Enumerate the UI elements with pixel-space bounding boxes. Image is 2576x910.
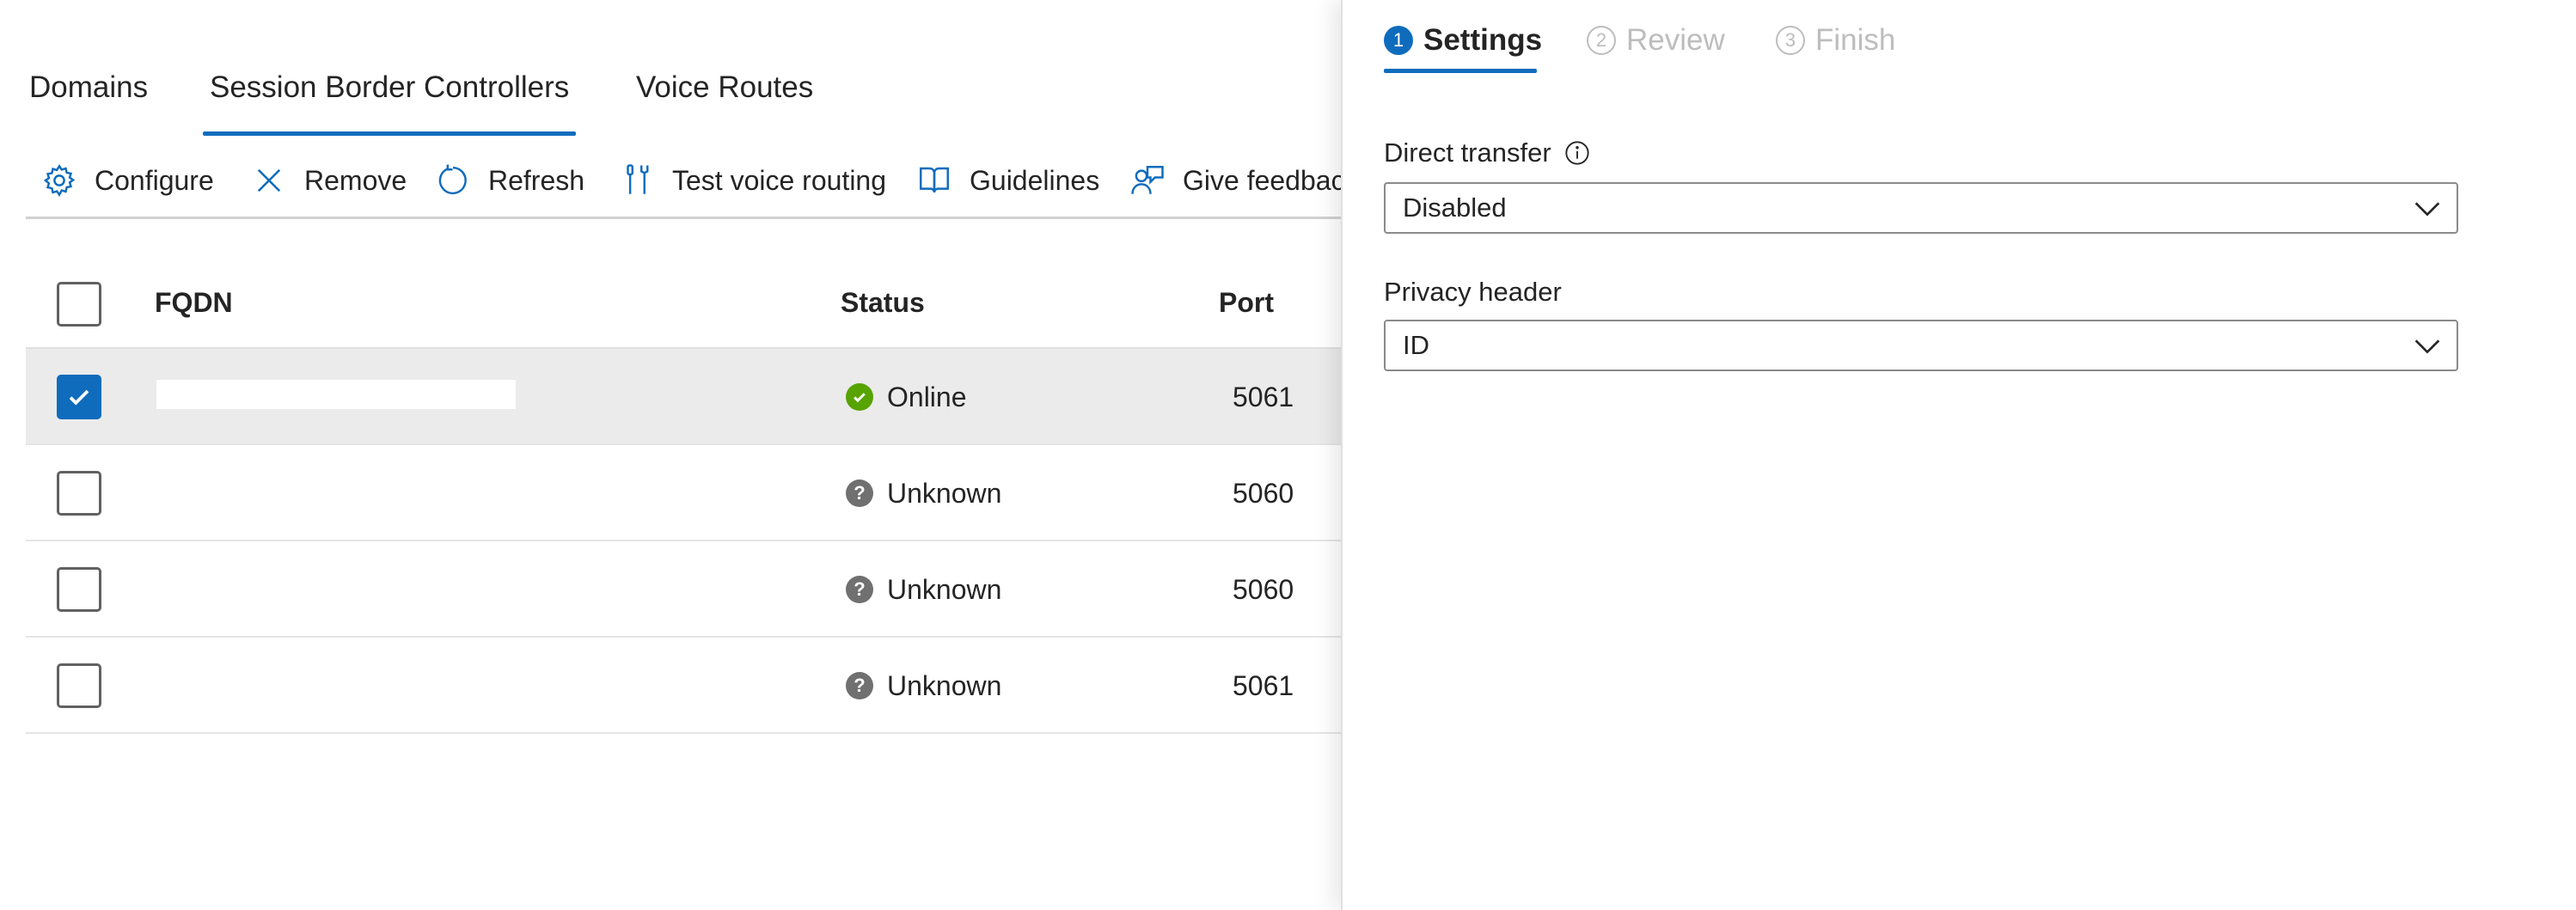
- step-label: Finish: [1815, 23, 1896, 57]
- tab-voice-routes[interactable]: Voice Routes: [636, 70, 813, 136]
- status-text: Unknown: [887, 669, 1002, 701]
- remove-label: Remove: [304, 164, 407, 196]
- book-icon: [920, 167, 949, 193]
- row-checkbox[interactable]: [57, 375, 101, 419]
- checkmark-icon: [69, 389, 89, 406]
- chevron-down-icon: [2414, 339, 2440, 354]
- question-circle-icon: ?: [846, 479, 873, 507]
- chevron-down-icon: [2414, 202, 2440, 217]
- step-label: Settings: [1423, 23, 1543, 57]
- step-number: 1: [1384, 26, 1413, 55]
- status-cell: ? Unknown: [846, 445, 1001, 541]
- close-icon: [257, 168, 281, 192]
- step-review[interactable]: 2 Review: [1587, 15, 1725, 65]
- question-circle-icon: ?: [846, 576, 873, 603]
- privacy-header-dropdown[interactable]: ID: [1384, 320, 2458, 371]
- fqdn-redacted[interactable]: [156, 380, 516, 409]
- refresh-label: Refresh: [488, 164, 585, 196]
- direct-transfer-label-text: Direct transfer: [1384, 137, 1551, 168]
- step-finish[interactable]: 3 Finish: [1776, 15, 1895, 65]
- table-header: FQDN Status Port: [26, 258, 1341, 349]
- configure-label: Configure: [95, 164, 214, 196]
- guidelines-button[interactable]: Guidelines: [916, 155, 1099, 206]
- table-row[interactable]: ? Unknown 5060: [26, 541, 1341, 638]
- refresh-button[interactable]: Refresh: [435, 155, 584, 206]
- select-all-checkbox[interactable]: [57, 282, 101, 327]
- status-text: Online: [887, 381, 967, 412]
- test-voice-routing-label: Test voice routing: [672, 164, 887, 196]
- status-cell: ? Unknown: [846, 638, 1001, 734]
- step-number: 3: [1776, 26, 1805, 55]
- port-cell: 5060: [1233, 477, 1294, 509]
- configure-side-panel: 1 Settings 2 Review 3 Finish Direct tran…: [1341, 0, 2576, 910]
- remove-button[interactable]: Remove: [251, 155, 407, 206]
- row-checkbox[interactable]: [57, 471, 101, 516]
- table-row[interactable]: ? Unknown 5061: [26, 638, 1341, 734]
- port-cell: 5061: [1233, 669, 1294, 701]
- privacy-header-label: Privacy header: [1384, 277, 1562, 308]
- refresh-icon: [438, 164, 467, 195]
- test-voice-routing-button[interactable]: Test voice routing: [619, 155, 886, 206]
- column-header-port[interactable]: Port: [1219, 287, 1274, 319]
- tab-session-border-controllers[interactable]: Session Border Controllers: [202, 70, 577, 136]
- question-circle-icon: ?: [846, 672, 873, 699]
- tab-domains[interactable]: Domains: [29, 70, 148, 136]
- sbc-table: FQDN Status Port Online 5061 ? Unknown 5…: [26, 258, 1341, 734]
- column-header-status[interactable]: Status: [841, 287, 925, 319]
- tools-icon: [627, 164, 649, 194]
- info-icon[interactable]: [1563, 139, 1591, 167]
- status-text: Unknown: [887, 477, 1002, 509]
- direct-transfer-value: Disabled: [1403, 192, 1507, 223]
- direct-transfer-label: Direct transfer: [1384, 137, 1591, 168]
- step-label: Review: [1626, 23, 1725, 57]
- privacy-header-label-text: Privacy header: [1384, 277, 1562, 307]
- row-checkbox[interactable]: [57, 567, 101, 612]
- configure-button[interactable]: Configure: [41, 155, 214, 206]
- column-header-fqdn[interactable]: FQDN: [155, 287, 233, 319]
- step-settings[interactable]: 1 Settings: [1384, 15, 1542, 65]
- status-text: Unknown: [887, 573, 1002, 605]
- privacy-header-value: ID: [1403, 330, 1429, 360]
- command-bar: Configure Remove Refresh Test voice rout…: [26, 155, 1341, 206]
- status-cell: Online: [846, 349, 967, 445]
- row-checkbox[interactable]: [57, 663, 101, 708]
- toolbar-divider: [26, 217, 1341, 219]
- guidelines-label: Guidelines: [970, 164, 1100, 196]
- give-feedback-label: Give feedbac: [1183, 164, 1341, 196]
- gear-icon: [43, 164, 76, 197]
- active-step-indicator: [1384, 69, 1537, 73]
- direct-transfer-dropdown[interactable]: Disabled: [1384, 182, 2458, 234]
- table-row[interactable]: ? Unknown 5060: [26, 445, 1341, 541]
- port-cell: 5060: [1233, 573, 1294, 605]
- feedback-icon: [1131, 166, 1164, 194]
- give-feedback-button[interactable]: Give feedbac: [1129, 155, 1341, 206]
- table-row[interactable]: Online 5061: [26, 349, 1341, 445]
- step-number: 2: [1587, 26, 1616, 55]
- port-cell: 5061: [1233, 381, 1294, 412]
- left-pane: Domains Session Border Controllers Voice…: [0, 0, 1341, 910]
- check-circle-icon: [846, 383, 873, 411]
- status-cell: ? Unknown: [846, 541, 1001, 638]
